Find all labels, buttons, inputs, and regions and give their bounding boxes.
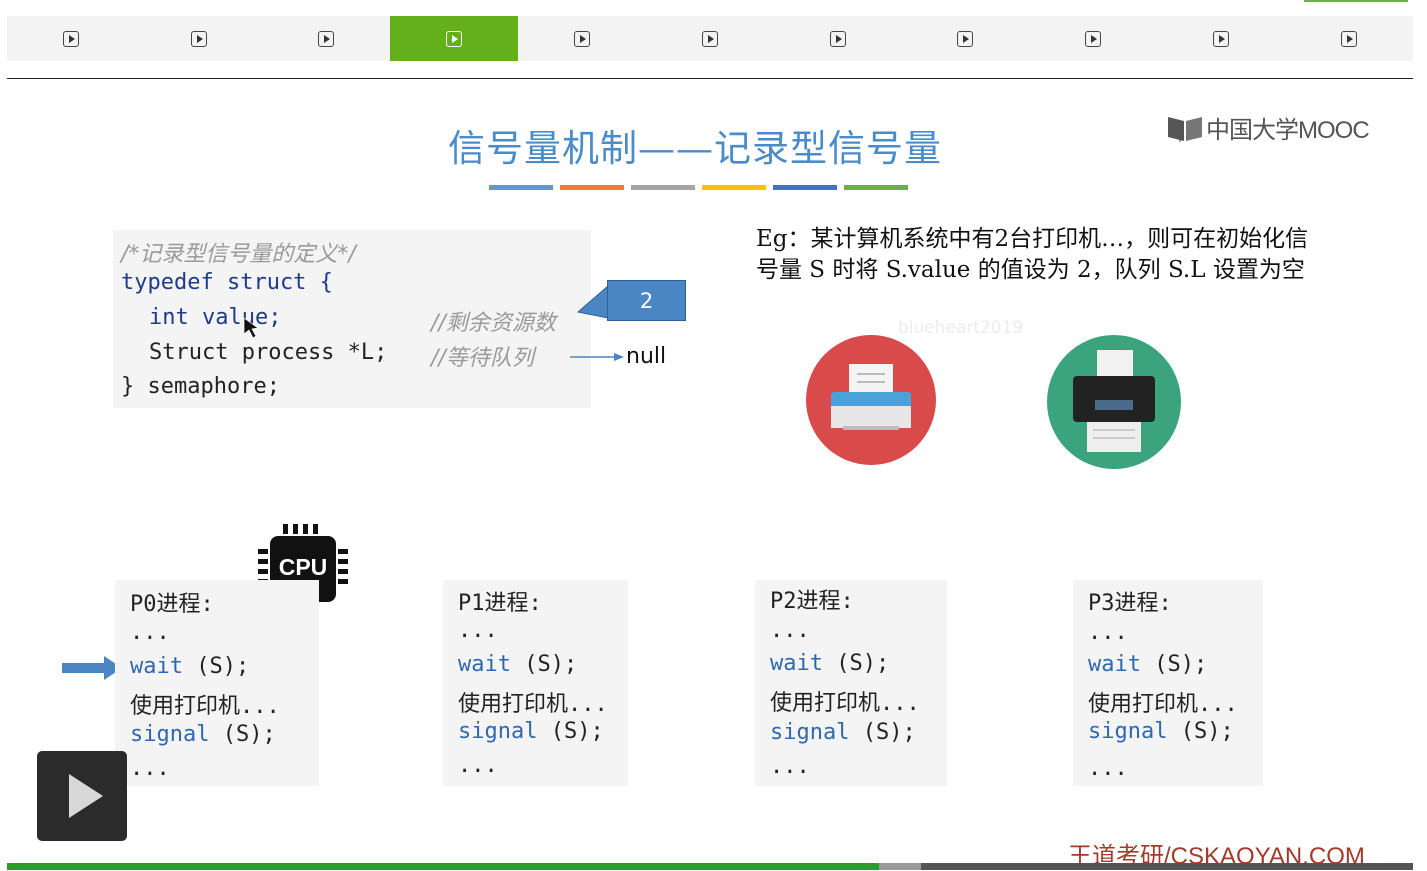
signal-keyword: signal [458,719,538,744]
wait-keyword: wait [130,654,183,679]
process-block-p1: P1进程: ... wait (S); 使用打印机... signal (S);… [443,580,628,786]
use-printer-line: 使用打印机... [1088,692,1238,717]
wait-keyword: wait [1088,652,1141,677]
signal-keyword: signal [130,722,210,747]
signal-keyword: signal [1088,719,1168,744]
null-label: null [626,344,667,369]
process-dots: ... [1088,620,1128,645]
signal-call: signal (S); [1088,719,1234,744]
video-play-button[interactable] [37,751,127,841]
progress-played [7,863,879,870]
process-end-dots: ... [130,756,170,781]
wait-arg: (S); [182,654,250,679]
process-title: P3进程: [1088,591,1172,616]
signal-arg: (S); [849,720,916,745]
video-progress-bar[interactable] [7,863,1413,870]
process-block-p2: P2进程: ... wait (S); 使用打印机... signal (S);… [755,580,947,786]
signal-call: signal (S); [458,719,604,744]
signal-call: signal (S); [130,722,276,747]
process-end-dots: ... [458,753,498,778]
process-block-p3: P3进程: ... wait (S); 使用打印机... signal (S);… [1073,580,1263,786]
play-icon [69,774,103,818]
process-end-dots: ... [1088,756,1128,781]
cpu-label: CPU [278,554,328,580]
process-end-dots: ... [770,754,810,779]
wait-call: wait (S); [130,654,249,679]
signal-arg: (S); [209,722,276,747]
signal-arg: (S); [1167,719,1234,744]
wait-arg: (S); [510,652,578,677]
process-dots: ... [130,620,170,645]
example-text: Eg：某计算机系统中有2台打印机…，则可在初始化信号量 S 时将 S.value… [756,226,1309,283]
process-title: P1进程: [458,591,542,616]
printer-icon-red [805,334,937,470]
progress-buffered [878,863,921,870]
signal-keyword: signal [770,720,850,745]
process-dots: ... [458,618,498,643]
process-title: P0进程: [130,592,214,617]
printer-icon-green [1047,334,1181,474]
wait-call: wait (S); [1088,652,1207,677]
wait-keyword: wait [770,651,823,676]
signal-arg: (S); [537,719,604,744]
process-block-p0: P0进程: ... wait (S); 使用打印机... signal (S);… [115,580,319,786]
use-printer-line: 使用打印机... [770,691,920,716]
wait-call: wait (S); [458,652,577,677]
use-printer-line: 使用打印机... [458,692,608,717]
wait-arg: (S); [1140,652,1208,677]
wait-arg: (S); [822,651,890,676]
process-title: P2进程: [770,589,854,614]
wait-keyword: wait [458,652,511,677]
value-callout: 2 [607,280,686,321]
signal-call: signal (S); [770,720,916,745]
wait-call: wait (S); [770,651,889,676]
process-dots: ... [770,618,810,643]
use-printer-line: 使用打印机... [130,694,280,719]
